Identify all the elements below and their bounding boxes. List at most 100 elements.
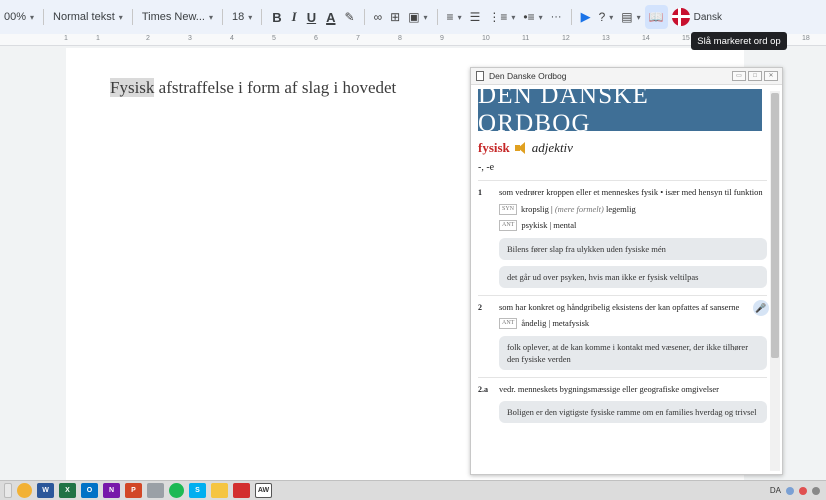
link-icon[interactable]: ∞	[370, 5, 387, 29]
speaker-icon[interactable]	[514, 142, 529, 154]
document-text-rest: afstraffelse i form af slag i hovedet	[154, 78, 397, 97]
ant-tag: ANT	[499, 220, 518, 232]
close-icon[interactable]: ✕	[764, 71, 778, 81]
syn-tag: SYN	[499, 203, 518, 215]
ant-tag: ANT	[499, 318, 518, 330]
synonym-link[interactable]: kropslig |	[521, 204, 553, 216]
antonyms-row: ANT åndelig | metafysisk	[499, 318, 767, 330]
sense-number: 2.a	[478, 384, 488, 394]
ruler-mark: 7	[356, 35, 360, 42]
ruler-mark: 18	[802, 35, 810, 42]
synonyms-row: SYN kropslig | (mere formelt) legemlig	[499, 204, 767, 216]
dictionary-book-icon[interactable]: 📖	[644, 5, 668, 29]
spotify-icon[interactable]	[169, 483, 184, 498]
sense-body: som vedrører kroppen eller et menneskes …	[499, 187, 767, 288]
document-icon[interactable]: ▤	[617, 5, 644, 29]
onenote-icon[interactable]: N	[103, 483, 120, 498]
language-select[interactable]: Dansk	[694, 5, 726, 29]
synonym-note: (mere formelt)	[554, 203, 604, 214]
paragraph-style-select[interactable]: Normal tekst	[49, 5, 127, 29]
dictionary-banner: DEN DANSKE ORDBOG	[478, 82, 762, 137]
sense-definition: som vedrører kroppen eller et menneskes …	[499, 187, 763, 197]
selected-word[interactable]: Fysisk	[110, 78, 155, 97]
example-quote: Boligen er den vigtigste fysiske ramme o…	[499, 401, 767, 423]
chrome-icon[interactable]	[17, 483, 32, 498]
ruler-mark: 11	[522, 35, 530, 42]
text-color-button[interactable]: A	[321, 5, 340, 29]
file-explorer-icon[interactable]	[211, 483, 228, 498]
snipping-tool-icon[interactable]	[147, 483, 164, 498]
ruler-mark: 6	[314, 35, 318, 42]
antonym-link[interactable]: åndelig | metafysisk	[521, 318, 589, 330]
assistant-icon[interactable]: ?	[595, 5, 618, 29]
bulleted-list-icon[interactable]: •≡	[519, 5, 546, 29]
inflection: -, -e	[478, 162, 495, 173]
ruler-mark: 1	[64, 35, 68, 42]
docs-toolbar: 00% Normal tekst Times New... 18 B I U A…	[0, 0, 826, 34]
example-quote: det går ud over psyken, hvis man ikke er…	[499, 265, 767, 288]
font-size-value: 18	[232, 11, 245, 23]
ruler-mark: 1	[96, 35, 100, 42]
font-size-select[interactable]: 18	[228, 5, 256, 29]
more-button[interactable]: ···	[547, 5, 566, 29]
synonym-link[interactable]: legemlig	[606, 204, 636, 216]
line-spacing-icon[interactable]: ☰	[466, 5, 485, 29]
language-value: Dansk	[693, 11, 722, 23]
sense-number: 1	[478, 188, 482, 197]
sense-definition: vedr. menneskets bygningsmæssige eller g…	[499, 383, 720, 394]
appwriter-icon[interactable]: AW	[255, 483, 272, 498]
bold-button[interactable]: B	[267, 5, 286, 29]
powerpoint-icon[interactable]: P	[125, 483, 142, 498]
network-icon[interactable]	[786, 486, 794, 495]
taskbar-divider	[4, 483, 12, 498]
divider	[478, 376, 767, 378]
underline-button[interactable]: U	[302, 5, 321, 29]
sense-definition: som har konkret og håndgribelig eksisten…	[499, 301, 740, 312]
paragraph-style-value: Normal tekst	[53, 11, 115, 23]
taskbar: W X O N P S AW DA	[0, 480, 826, 500]
window-controls: ▭ □ ✕	[732, 71, 778, 81]
sense-body: vedr. menneskets bygningsmæssige eller g…	[499, 383, 767, 423]
italic-button[interactable]: I	[287, 5, 302, 29]
page-icon	[476, 71, 484, 81]
maximize-icon[interactable]: □	[748, 71, 762, 81]
ruler-mark: 2	[146, 35, 150, 42]
document-text[interactable]: Fysisk afstraffelse i form af slag i hov…	[110, 78, 396, 98]
outlook-icon[interactable]: O	[81, 483, 98, 498]
dictionary-scrollbar[interactable]	[770, 91, 780, 471]
divider	[478, 294, 767, 296]
numbered-list-icon[interactable]: ⋮≡	[484, 5, 519, 29]
dictionary-window-title: Den Danske Ordbog	[489, 71, 567, 81]
insert-image-icon[interactable]: ▣	[404, 5, 431, 29]
antonym-link[interactable]: psykisk | mental	[521, 220, 576, 232]
entry-header: fysisk adjektiv	[478, 140, 767, 156]
ruler-mark: 5	[272, 35, 276, 42]
toolbar-divider	[222, 9, 223, 25]
insert-comment-icon[interactable]: ⊞	[386, 5, 404, 29]
toolbar-divider	[363, 9, 365, 25]
word-icon[interactable]: W	[37, 483, 54, 498]
toolbar-divider	[570, 9, 572, 25]
minimize-icon[interactable]: ▭	[732, 71, 746, 81]
ruler-mark: 9	[440, 35, 444, 42]
acrobat-icon[interactable]	[233, 483, 250, 498]
play-icon[interactable]: ▶	[577, 5, 595, 29]
excel-icon[interactable]: X	[59, 483, 76, 498]
notification-icon[interactable]	[799, 486, 807, 495]
zoom-select[interactable]: 00%	[0, 5, 38, 29]
sense-number: 2	[478, 302, 482, 312]
ruler-mark: 13	[602, 35, 610, 42]
sense-2a: 2.a vedr. menneskets bygningsmæssige ell…	[478, 383, 767, 423]
danish-flag-icon[interactable]	[671, 8, 690, 26]
align-icon[interactable]: ≡	[443, 5, 466, 29]
toolbar-divider	[261, 9, 263, 25]
input-language[interactable]: DA	[770, 486, 781, 495]
toolbar-divider	[131, 9, 133, 25]
volume-icon[interactable]	[812, 486, 820, 495]
sense-2: 2 som har konkret og håndgribelig eksist…	[478, 302, 767, 370]
font-select[interactable]: Times New...	[138, 5, 217, 29]
sense-body: som har konkret og håndgribelig eksisten…	[499, 302, 767, 370]
skype-icon[interactable]: S	[189, 483, 206, 498]
scrollbar-thumb[interactable]	[771, 93, 779, 358]
highlight-pen-icon[interactable]: ✎	[341, 5, 359, 29]
